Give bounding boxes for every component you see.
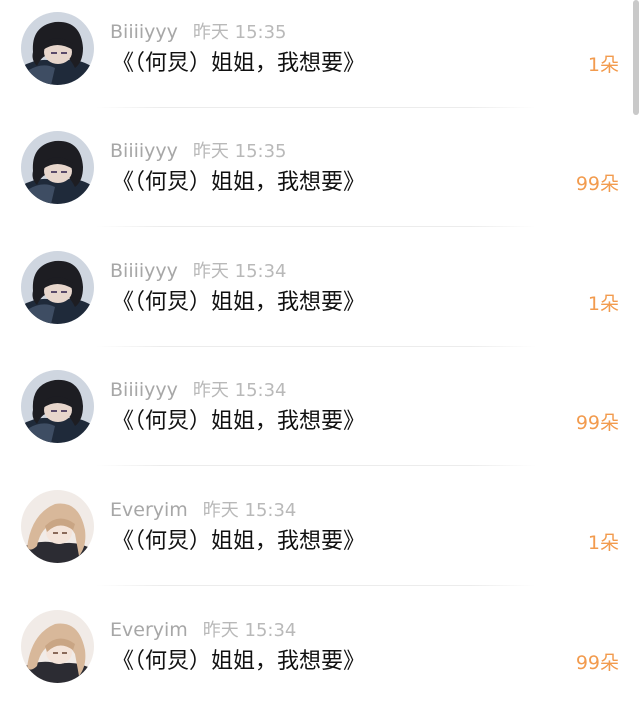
comment-meta: Everyim 昨天 15:34 xyxy=(110,498,296,522)
comment-meta: Biiiiyyy 昨天 15:35 xyxy=(110,20,287,44)
comment-row[interactable]: Everyim 昨天 15:34 《（何炅）姐姐，我想要》 99朵 xyxy=(0,598,630,717)
gift-count: 1朵 xyxy=(587,532,619,554)
comment-row[interactable]: Biiiiyyy 昨天 15:34 《（何炅）姐姐，我想要》 99朵 xyxy=(0,358,630,477)
gift-count: 99朵 xyxy=(575,173,619,195)
comment-row[interactable]: Everyim 昨天 15:34 《（何炅）姐姐，我想要》 1朵 xyxy=(0,478,630,597)
gift-count: 99朵 xyxy=(575,652,619,674)
user-avatar[interactable] xyxy=(21,490,94,563)
timestamp: 昨天 15:35 xyxy=(192,22,287,43)
timestamp: 昨天 15:34 xyxy=(202,500,297,521)
timestamp: 昨天 15:34 xyxy=(192,380,287,401)
comment-row[interactable]: Biiiiyyy 昨天 15:34 《（何炅）姐姐，我想要》 1朵 xyxy=(0,239,630,358)
comment-meta: Biiiiyyy 昨天 15:34 xyxy=(110,378,287,402)
timestamp: 昨天 15:35 xyxy=(192,141,287,162)
timestamp: 昨天 15:34 xyxy=(202,620,297,641)
comment-meta: Everyim 昨天 15:34 xyxy=(110,618,296,642)
gift-count: 1朵 xyxy=(587,54,619,76)
username[interactable]: Biiiiyyy xyxy=(110,260,178,282)
row-divider xyxy=(96,226,536,227)
comment-text: 《（何炅）姐姐，我想要》 xyxy=(112,51,366,76)
gift-count: 99朵 xyxy=(575,412,619,434)
row-divider xyxy=(96,585,536,586)
scrollbar[interactable] xyxy=(633,0,639,115)
username[interactable]: Everyim xyxy=(110,619,188,641)
comment-meta: Biiiiyyy 昨天 15:35 xyxy=(110,139,287,163)
comment-text: 《（何炅）姐姐，我想要》 xyxy=(112,409,366,434)
row-divider xyxy=(96,465,536,466)
comment-row[interactable]: Biiiiyyy 昨天 15:35 《（何炅）姐姐，我想要》 99朵 xyxy=(0,119,630,238)
user-avatar[interactable] xyxy=(21,12,94,85)
timestamp: 昨天 15:34 xyxy=(192,261,287,282)
comment-text: 《（何炅）姐姐，我想要》 xyxy=(112,649,366,674)
comment-meta: Biiiiyyy 昨天 15:34 xyxy=(110,259,287,283)
row-divider xyxy=(96,346,536,347)
user-avatar[interactable] xyxy=(21,251,94,324)
row-divider xyxy=(96,107,536,108)
gift-count: 1朵 xyxy=(587,293,619,315)
comment-text: 《（何炅）姐姐，我想要》 xyxy=(112,170,366,195)
username[interactable]: Everyim xyxy=(110,499,188,521)
username[interactable]: Biiiiyyy xyxy=(110,379,178,401)
username[interactable]: Biiiiyyy xyxy=(110,140,178,162)
comment-text: 《（何炅）姐姐，我想要》 xyxy=(112,529,366,554)
username[interactable]: Biiiiyyy xyxy=(110,21,178,43)
comment-row[interactable]: Biiiiyyy 昨天 15:35 《（何炅）姐姐，我想要》 1朵 xyxy=(0,0,630,119)
comment-list[interactable]: Biiiiyyy 昨天 15:35 《（何炅）姐姐，我想要》 1朵 Biiiiyy… xyxy=(0,0,640,693)
user-avatar[interactable] xyxy=(21,131,94,204)
comment-text: 《（何炅）姐姐，我想要》 xyxy=(112,290,366,315)
user-avatar[interactable] xyxy=(21,610,94,683)
user-avatar[interactable] xyxy=(21,370,94,443)
